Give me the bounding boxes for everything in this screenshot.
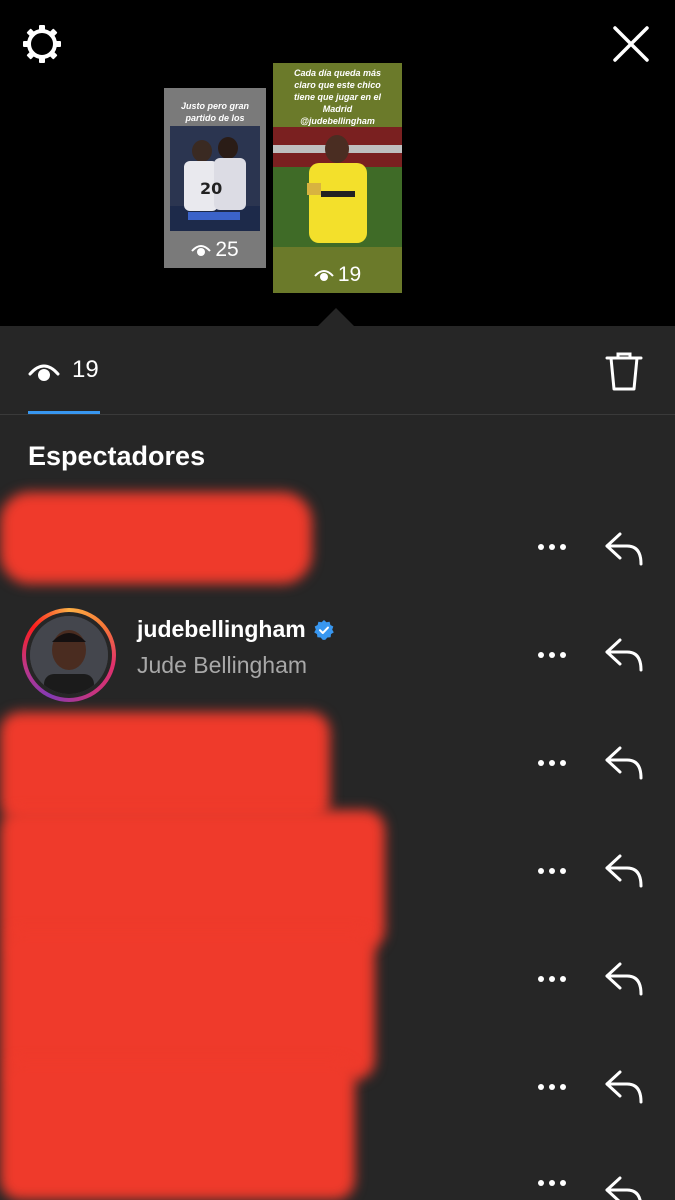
trash-icon[interactable]	[604, 350, 644, 392]
redaction-mark	[0, 492, 312, 584]
viewer-row[interactable]	[0, 700, 675, 808]
viewers-section-title: Espectadores	[28, 441, 206, 471]
story-photo-players: 20	[170, 126, 260, 231]
reply-icon[interactable]	[603, 1174, 645, 1200]
viewer-row[interactable]: judebellingham Jude Bellingham	[0, 592, 675, 702]
reply-icon[interactable]	[603, 636, 645, 674]
svg-text:20: 20	[200, 179, 222, 198]
story-caption: Cada día queda más claro que este chico …	[293, 68, 382, 126]
avatar-photo	[30, 616, 108, 694]
story-view-count: 19	[273, 263, 402, 287]
avatar-story-ring	[22, 608, 116, 702]
viewer-username-text: judebellingham	[137, 616, 306, 642]
story-photo-player	[273, 127, 402, 247]
reply-icon[interactable]	[603, 744, 645, 782]
story-view-count: 25	[164, 238, 266, 262]
story-thumbnail-1[interactable]: Justo pero gran partido de los chicos 20…	[164, 88, 266, 268]
viewer-row[interactable]	[0, 492, 675, 600]
eye-icon[interactable]	[28, 360, 60, 384]
more-options-icon[interactable]	[536, 1082, 568, 1092]
viewer-full-name: Jude Bellingham	[137, 652, 308, 678]
story-views-label: 25	[215, 238, 239, 261]
stats-bar	[0, 326, 675, 415]
viewer-row[interactable]	[0, 808, 675, 916]
eye-icon	[314, 270, 334, 281]
reply-icon[interactable]	[603, 960, 645, 998]
viewer-row[interactable]	[0, 1132, 675, 1200]
close-icon[interactable]	[609, 22, 653, 66]
more-options-icon[interactable]	[536, 1178, 568, 1188]
story-views-label: 19	[337, 263, 362, 286]
more-options-icon[interactable]	[536, 542, 568, 552]
viewer-username[interactable]: judebellingham	[137, 616, 334, 643]
reply-icon[interactable]	[603, 852, 645, 890]
gear-icon[interactable]	[20, 22, 64, 66]
reply-icon[interactable]	[603, 1068, 645, 1106]
reply-icon[interactable]	[603, 530, 645, 568]
more-options-icon[interactable]	[536, 758, 568, 768]
more-options-icon[interactable]	[536, 974, 568, 984]
story-preview-area: Justo pero gran partido de los chicos 20…	[0, 0, 675, 326]
active-tab-indicator	[28, 411, 100, 414]
viewer-row[interactable]	[0, 1024, 675, 1132]
viewer-row[interactable]	[0, 916, 675, 1024]
story-thumbnail-2[interactable]: Cada día queda más claro que este chico …	[273, 63, 402, 293]
more-options-icon[interactable]	[536, 866, 568, 876]
verified-badge-icon	[313, 619, 334, 640]
eye-icon	[191, 245, 212, 256]
selected-story-pointer	[318, 308, 354, 326]
more-options-icon[interactable]	[536, 650, 568, 660]
viewer-count[interactable]: 19	[72, 356, 99, 384]
avatar[interactable]	[30, 616, 108, 694]
